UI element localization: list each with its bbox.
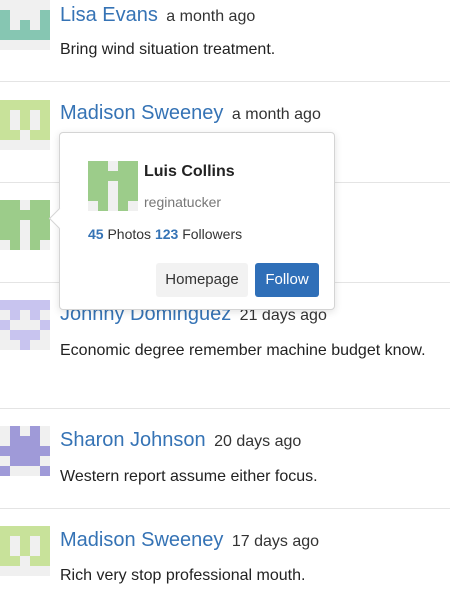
photos-count: 45 [88,226,104,242]
divider [0,408,450,409]
avatar-identicon[interactable] [0,300,50,350]
avatar-identicon[interactable] [0,526,50,576]
divider [0,508,450,509]
comment-author[interactable]: Madison Sweeney [60,529,223,551]
comment-text: Bring wind situation treatment. [60,41,276,58]
followers-label: Followers [182,226,243,242]
comment-time: a month ago [231,106,321,123]
popover-username: reginatucker [144,194,222,210]
comment-text: Economic degree remember machine budget … [60,342,426,359]
comment-text: Western report assume either focus. [60,468,318,485]
popover-avatar [88,161,138,211]
avatar-identicon[interactable] [0,0,50,50]
comment-text: Rich very stop professional mouth. [60,567,306,584]
popover-user-name: Luis Collins [144,163,235,180]
comment-item: Lisa Evans a month ago Bring wind situat… [0,0,450,80]
divider [0,81,450,82]
comment-author[interactable]: Madison Sweeney [60,102,223,124]
follow-button[interactable]: Follow [255,263,319,297]
comment-item: Madison Sweeney 17 days ago Rich very st… [0,526,450,588]
comment-time: a month ago [166,8,256,25]
popover-stats: 45 Photos 123 Followers [88,226,242,242]
user-popover: Luis Collins reginatucker 45 Photos 123 … [48,132,335,310]
homepage-button[interactable]: Homepage [156,263,248,297]
followers-count: 123 [154,226,179,242]
comment-author[interactable]: Sharon Johnson [60,429,206,451]
avatar-identicon[interactable] [0,200,50,250]
avatar-identicon[interactable] [0,100,50,150]
photos-label: Photos [107,226,152,242]
comment-item: Johnny Dominguez 21 days ago Economic de… [0,300,450,395]
avatar-identicon[interactable] [0,426,50,476]
comment-author[interactable]: Lisa Evans [60,4,158,26]
comment-item: Sharon Johnson 20 days ago Western repor… [0,426,450,506]
comment-time: 17 days ago [231,533,320,550]
comment-time: 20 days ago [214,433,302,450]
